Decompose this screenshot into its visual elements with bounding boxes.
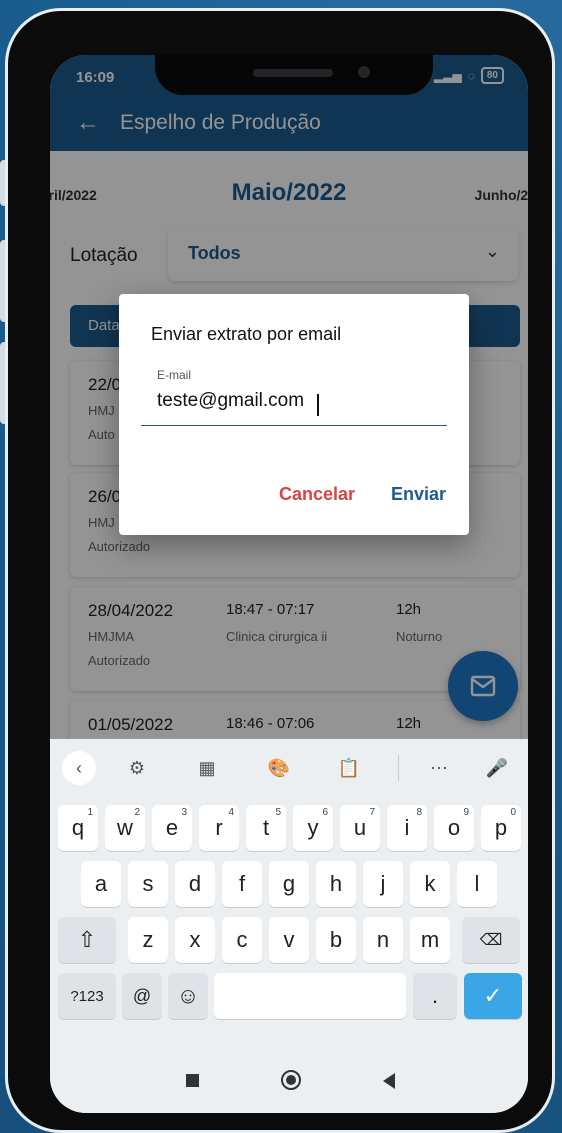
more-icon[interactable]: ⋯	[422, 751, 456, 785]
email-field[interactable]	[141, 380, 447, 426]
symbols-key[interactable]: ?123	[58, 973, 116, 1019]
send-button[interactable]: Enviar	[391, 484, 446, 505]
translate-icon[interactable]: ▦	[190, 751, 224, 785]
text-caret	[317, 394, 319, 416]
key-d[interactable]: d	[175, 861, 215, 907]
clipboard-icon[interactable]: 📋	[332, 751, 366, 785]
key-l[interactable]: l	[457, 861, 497, 907]
key-s[interactable]: s	[128, 861, 168, 907]
email-dialog: Enviar extrato por email E-mail Cancelar…	[119, 294, 469, 535]
key-r[interactable]: r4	[199, 805, 239, 851]
chevron-left-icon[interactable]: ‹	[62, 751, 96, 785]
cancel-button[interactable]: Cancelar	[279, 484, 355, 505]
key-f[interactable]: f	[222, 861, 262, 907]
key-e[interactable]: e3	[152, 805, 192, 851]
at-key[interactable]: @	[122, 973, 162, 1019]
key-k[interactable]: k	[410, 861, 450, 907]
phone-screen: bril/2022 Maio/2022 Junho/20 Lotação Tod…	[50, 55, 528, 1113]
emoji-icon[interactable]: ☺	[168, 973, 208, 1019]
palette-icon[interactable]: 🎨	[262, 751, 296, 785]
key-w[interactable]: w2	[105, 805, 145, 851]
shift-icon[interactable]: ⇧	[58, 917, 116, 963]
recents-icon[interactable]	[186, 1074, 199, 1087]
key-m[interactable]: m	[410, 917, 450, 963]
check-icon[interactable]: ✓	[464, 973, 522, 1019]
key-q[interactable]: q1	[58, 805, 98, 851]
system-nav-bar	[50, 1048, 528, 1113]
key-z[interactable]: z	[128, 917, 168, 963]
key-a[interactable]: a	[81, 861, 121, 907]
key-u[interactable]: u7	[340, 805, 380, 851]
home-icon[interactable]	[281, 1070, 301, 1090]
key-h[interactable]: h	[316, 861, 356, 907]
key-b[interactable]: b	[316, 917, 356, 963]
spacebar[interactable]	[214, 973, 406, 1019]
key-y[interactable]: y6	[293, 805, 333, 851]
keyboard: ‹ ⚙ ▦ 🎨 📋 ⋯ 🎤 q1 w2 e3 r4 t5 y6 u7 i8 o9…	[50, 739, 528, 1048]
backspace-icon[interactable]: ⌫	[462, 917, 520, 963]
period-key[interactable]: .	[413, 973, 457, 1019]
toolbar-divider	[398, 755, 399, 781]
key-i[interactable]: i8	[387, 805, 427, 851]
mic-off-icon[interactable]: 🎤	[480, 751, 514, 785]
key-t[interactable]: t5	[246, 805, 286, 851]
key-p[interactable]: p0	[481, 805, 521, 851]
back-icon[interactable]	[383, 1073, 395, 1089]
key-j[interactable]: j	[363, 861, 403, 907]
phone-frame: bril/2022 Maio/2022 Junho/20 Lotação Tod…	[5, 8, 555, 1133]
key-c[interactable]: c	[222, 917, 262, 963]
key-x[interactable]: x	[175, 917, 215, 963]
key-g[interactable]: g	[269, 861, 309, 907]
key-v[interactable]: v	[269, 917, 309, 963]
keyboard-toolbar: ‹ ⚙ ▦ 🎨 📋 ⋯ 🎤	[50, 739, 528, 795]
dialog-title: Enviar extrato por email	[151, 324, 342, 344]
key-o[interactable]: o9	[434, 805, 474, 851]
gear-icon[interactable]: ⚙	[120, 751, 154, 785]
key-n[interactable]: n	[363, 917, 403, 963]
